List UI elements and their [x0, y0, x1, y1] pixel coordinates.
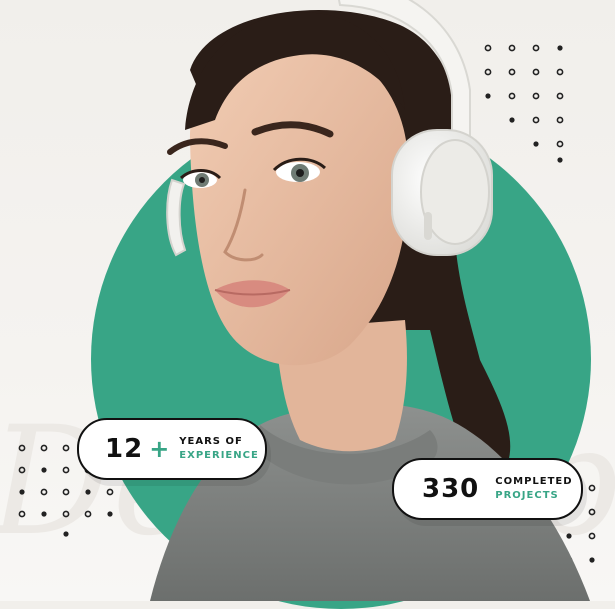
experience-label-line2: EXPERIENCE	[179, 450, 259, 461]
experience-number: 12	[105, 434, 144, 464]
hero-section: Develop	[0, 0, 615, 609]
projects-label-line1: COMPLETED	[495, 476, 573, 487]
projects-label: COMPLETED PROJECTS	[495, 475, 572, 503]
experience-stat-card: 12 + YEARS OF EXPERIENCE	[77, 418, 267, 480]
experience-label-line1: YEARS OF	[179, 436, 243, 447]
experience-label: YEARS OF EXPERIENCE	[179, 435, 259, 463]
projects-stat-card: 330 COMPLETED PROJECTS	[392, 458, 583, 520]
projects-number: 330	[422, 474, 480, 504]
projects-label-line2: PROJECTS	[495, 490, 559, 501]
plus-icon: +	[149, 435, 170, 463]
